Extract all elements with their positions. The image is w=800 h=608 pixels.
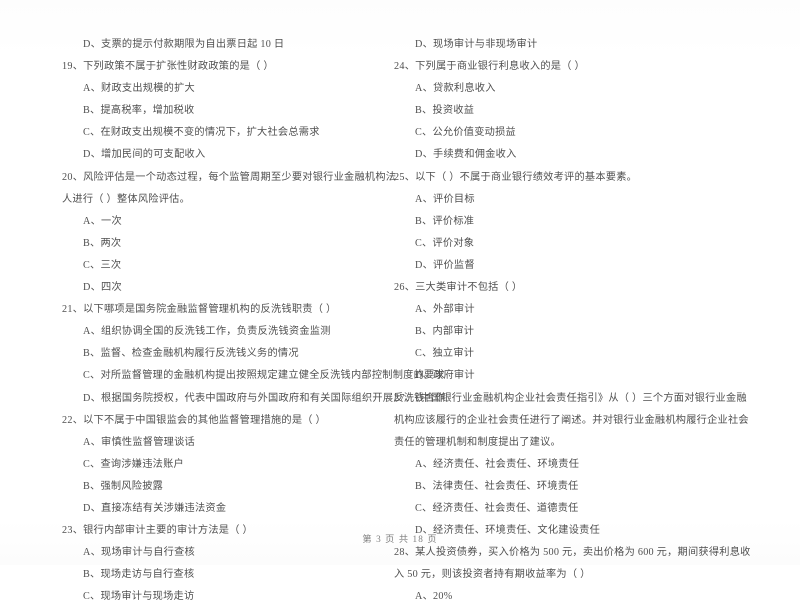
right-column: D、现场审计与非现场审计 24、下列属于商业银行利息收入的是（ ） A、贷款利息… [394, 34, 752, 608]
option-line: C、三次 [83, 259, 122, 271]
question-21: 21、以下哪项是国务院金融监督管理机构的反洗钱职责（ ） A、组织协调全国的反洗… [62, 299, 446, 409]
option-line: A、评价目标 [415, 193, 475, 205]
option-line: C、评价对象 [415, 237, 475, 249]
option-line: A、审慎性监督管理谈话 [83, 436, 195, 448]
option-line: A、经济责任、社会责任、环境责任 [415, 458, 580, 470]
question-28: 28、某人投资债券，买入价格为 500 元，卖出价格为 600 元，期间获得利息… [394, 542, 752, 608]
option-line: C、对所监督管理的金融机构提出按照规定建立健全反洗钱内部控制制度的要求 [83, 370, 445, 382]
option-line: C、现场审计与现场走访 [83, 591, 195, 603]
option-line: D、支票的提示付款期限为自出票日起 10 日 [83, 39, 285, 50]
option-line: D、手续费和佣金收入 [415, 149, 517, 161]
question-stem: 27、《中国银行业金融机构企业社会责任指引》从（ ）三个方面对银行业金融机构应该… [394, 392, 749, 448]
question-26: 26、三大类审计不包括（ ） A、外部审计 B、内部审计 C、独立审计 D、政府… [394, 277, 752, 387]
option-line: B、两次 [83, 237, 122, 249]
question-25: 25、以下（ ）不属于商业银行绩效考评的基本要素。 A、评价目标 B、评价标准 … [394, 167, 752, 277]
option-line: B、法律责任、社会责任、环境责任 [415, 480, 579, 492]
option-line: D、增加民间的可支配收入 [83, 149, 206, 161]
option-line: D、根据国务院授权，代表中国政府与外国政府和有关国际组织开展反洗钱合作 [83, 392, 446, 404]
option-line: B、投资收益 [415, 105, 475, 117]
question-27: 27、《中国银行业金融机构企业社会责任指引》从（ ）三个方面对银行业金融机构应该… [394, 388, 752, 543]
option-line: D、现场审计与非现场审计 [415, 39, 538, 50]
question-stem: 25、以下（ ）不属于商业银行绩效考评的基本要素。 [394, 171, 638, 183]
page-footer: 第 3 页 共 18 页 [362, 534, 438, 544]
two-column-body: D、支票的提示付款期限为自出票日起 10 日 19、下列政策不属于扩张性财政政策… [62, 34, 752, 602]
left-column: D、支票的提示付款期限为自出票日起 10 日 19、下列政策不属于扩张性财政政策… [62, 34, 446, 608]
question-stem: 21、以下哪项是国务院金融监督管理机构的反洗钱职责（ ） [62, 304, 337, 316]
question-stem: 20、风险评估是一个动态过程，每个监管周期至少要对银行业金融机构法人进行（ ）整… [62, 171, 397, 205]
option-line: A、20% [415, 591, 453, 603]
option-line: A、外部审计 [415, 304, 475, 316]
option-line: B、内部审计 [415, 326, 475, 338]
option-line: A、贷款利息收入 [415, 83, 496, 95]
option-line: D、直接冻结有关涉嫌违法资金 [83, 502, 227, 514]
option-line: B、监督、检查金融机构履行反洗钱义务的情况 [83, 348, 299, 360]
question-24: 24、下列属于商业银行利息收入的是（ ） A、贷款利息收入 B、投资收益 C、公… [394, 56, 752, 166]
option-line: B、提高税率，增加税收 [83, 105, 195, 117]
option-line: C、在财政支出规模不变的情况下，扩大社会总需求 [83, 127, 320, 139]
option-line: C、经济责任、社会责任、道德责任 [415, 502, 579, 514]
option-line: A、一次 [83, 215, 122, 227]
option-line: B、现场走访与自行查核 [83, 569, 195, 581]
option-line: D、评价监督 [415, 259, 475, 271]
option-line: B、强制风险披露 [83, 480, 164, 492]
question-19: 19、下列政策不属于扩张性财政政策的是（ ） A、财政支出规模的扩大 B、提高税… [62, 56, 402, 166]
option-line: C、独立审计 [415, 348, 475, 360]
option-line: A、财政支出规模的扩大 [83, 83, 195, 95]
option-line: B、评价标准 [415, 215, 475, 227]
option-line: C、公允价值变动损益 [415, 127, 516, 139]
option-line: A、现场审计与自行查核 [83, 547, 195, 559]
option-line: D、四次 [83, 282, 122, 294]
option-line: C、查询涉嫌违法账户 [83, 458, 184, 470]
option-line: A、组织协调全国的反洗钱工作，负责反洗钱资金监测 [83, 326, 331, 338]
question-stem: 19、下列政策不属于扩张性财政政策的是（ ） [62, 61, 274, 73]
option-line: D、政府审计 [415, 370, 475, 382]
question-22: 22、以下不属于中国银监会的其他监督管理措施的是（ ） A、审慎性监督管理谈话 … [62, 410, 402, 520]
question-20: 20、风险评估是一个动态过程，每个监管周期至少要对银行业金融机构法人进行（ ）整… [62, 167, 402, 300]
question-stem: 28、某人投资债券，买入价格为 500 元，卖出价格为 600 元，期间获得利息… [394, 547, 751, 581]
question-stem: 24、下列属于商业银行利息收入的是（ ） [394, 61, 585, 73]
question-stem: 22、以下不属于中国银监会的其他监督管理措施的是（ ） [62, 414, 326, 426]
question-stem: 26、三大类审计不包括（ ） [394, 282, 523, 294]
